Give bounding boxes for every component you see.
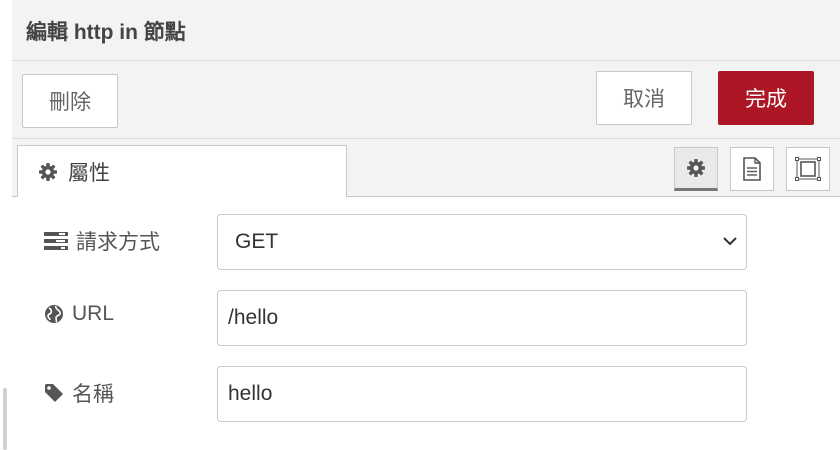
cancel-button[interactable]: 取消	[596, 71, 692, 125]
tab-properties[interactable]: 屬性	[17, 145, 347, 197]
url-label-text: URL	[72, 302, 115, 325]
name-input[interactable]: hello	[217, 366, 747, 422]
tab-appearance-button[interactable]	[786, 147, 830, 191]
method-label: 請求方式	[44, 226, 160, 256]
tab-settings-button[interactable]	[674, 147, 718, 191]
dialog-toolbar: 刪除 取消 完成	[12, 61, 840, 139]
tasks-icon	[44, 231, 68, 251]
chevron-down-icon	[722, 233, 738, 249]
url-label: URL	[44, 302, 114, 326]
url-row: URL /hello	[12, 290, 840, 346]
tag-icon	[44, 383, 64, 403]
dialog-header: 編輯 http in 節點	[12, 0, 840, 61]
dialog-title: 編輯 http in 節點	[26, 21, 186, 44]
method-row: 請求方式 GET	[12, 214, 840, 270]
scrollbar[interactable]	[3, 388, 7, 450]
delete-button[interactable]: 刪除	[22, 74, 118, 128]
name-row: 名稱 hello	[12, 366, 840, 422]
method-label-text: 請求方式	[76, 231, 160, 254]
edit-dialog: 編輯 http in 節點 刪除 取消 完成 屬性 請求方式 GET URL /…	[12, 0, 840, 450]
method-select-value: GET	[235, 230, 279, 253]
tab-properties-label: 屬性	[68, 161, 110, 185]
tab-bar: 屬性	[12, 139, 840, 197]
gear-icon	[686, 158, 706, 178]
description-icon	[742, 157, 762, 181]
name-label-text: 名稱	[72, 383, 114, 406]
name-label: 名稱	[44, 378, 114, 408]
url-input[interactable]: /hello	[217, 290, 747, 346]
tab-description-button[interactable]	[730, 147, 774, 191]
appearance-icon	[795, 157, 821, 181]
url-input-value: /hello	[228, 306, 279, 329]
done-button[interactable]: 完成	[718, 71, 814, 125]
gear-icon	[38, 162, 58, 182]
method-select[interactable]: GET	[217, 214, 747, 270]
name-input-value: hello	[228, 382, 273, 405]
globe-icon	[44, 304, 64, 324]
